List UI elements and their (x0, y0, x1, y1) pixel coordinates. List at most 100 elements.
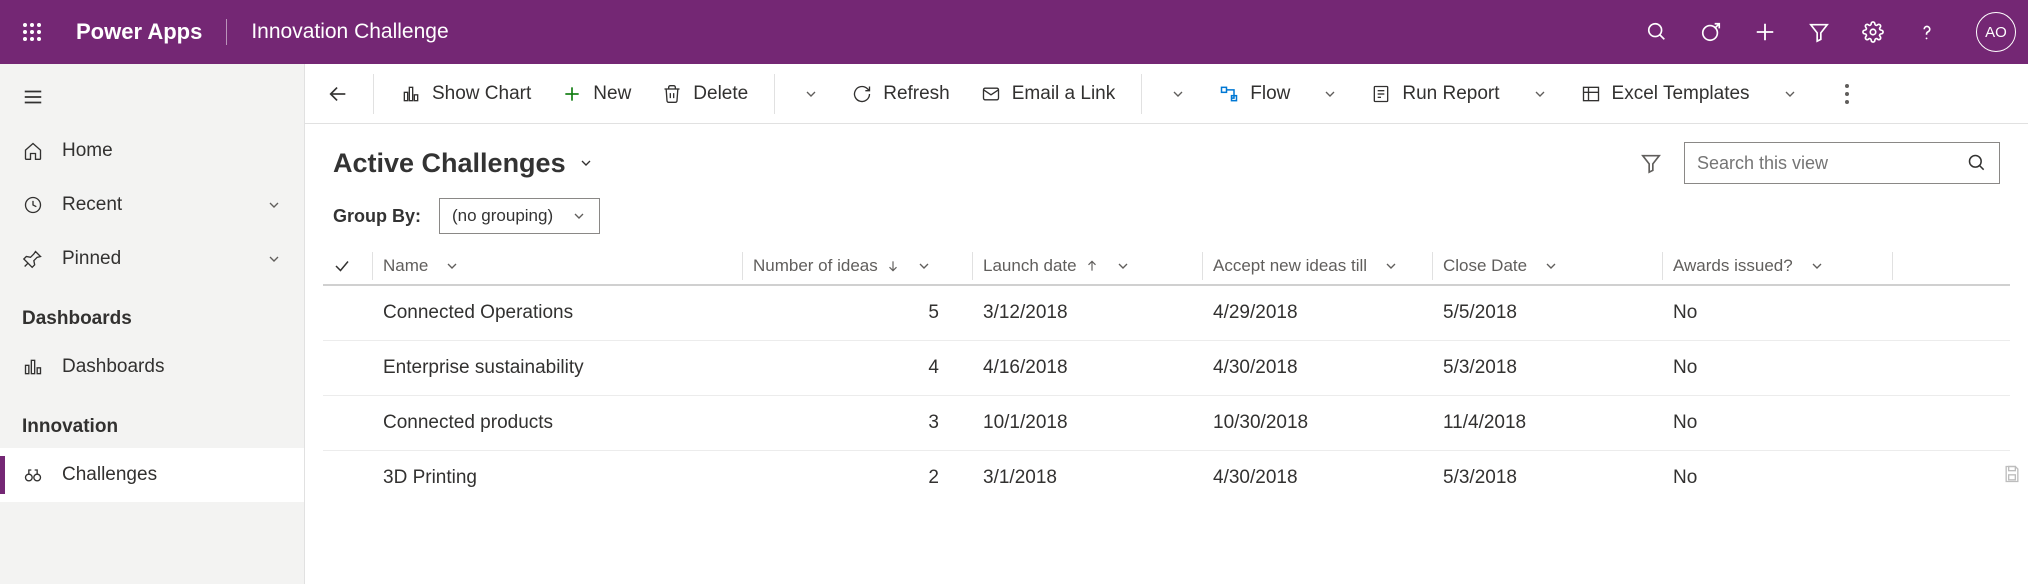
cmd-new[interactable]: New (549, 64, 643, 123)
chevron-down-icon (444, 258, 460, 274)
cmd-excel-templates-label: Excel Templates (1612, 83, 1750, 105)
cell-accept: 4/29/2018 (1203, 285, 1433, 341)
row-selector[interactable] (323, 396, 373, 451)
cell-awards: No (1663, 396, 1893, 451)
chevron-down-icon (916, 258, 932, 274)
user-avatar[interactable]: AO (1976, 12, 2016, 52)
app-launcher-icon[interactable] (12, 12, 52, 52)
brand-label[interactable]: Power Apps (76, 19, 202, 45)
hamburger-icon (22, 86, 44, 108)
cmd-refresh-label: Refresh (883, 83, 950, 105)
cmd-email-link-label: Email a Link (1012, 83, 1116, 105)
view-header: Active Challenges (305, 124, 2028, 188)
col-name-header[interactable]: Name (383, 256, 733, 276)
group-by-value: (no grouping) (452, 206, 553, 226)
cell-name: 3D Printing (373, 451, 743, 506)
row-selector[interactable] (323, 451, 373, 506)
cmd-run-report-menu[interactable] (1518, 64, 1562, 123)
nav-pinned[interactable]: Pinned (0, 232, 304, 286)
save-icon[interactable] (2002, 464, 2022, 484)
nav-dashboards[interactable]: Dashboards (0, 340, 304, 394)
cell-close: 5/3/2018 (1433, 341, 1663, 396)
row-selector[interactable] (323, 285, 373, 341)
help-icon[interactable] (1914, 19, 1940, 45)
search-this-view[interactable] (1684, 142, 2000, 184)
pin-icon (22, 249, 44, 269)
col-launch-label: Launch date (983, 256, 1077, 276)
cmd-delete-menu[interactable] (789, 64, 833, 123)
report-icon (1370, 84, 1392, 104)
separator (373, 74, 374, 114)
target-icon[interactable] (1698, 19, 1724, 45)
back-button[interactable] (317, 64, 359, 123)
cmd-email-menu[interactable] (1156, 64, 1200, 123)
cell-launch: 10/1/2018 (973, 396, 1203, 451)
cmd-delete[interactable]: Delete (649, 64, 760, 123)
cmd-excel-menu[interactable] (1768, 64, 1812, 123)
cell-number: 2 (743, 451, 973, 506)
col-awards-header[interactable]: Awards issued? (1673, 256, 1883, 276)
cell-accept: 10/30/2018 (1203, 396, 1433, 451)
cmd-flow[interactable]: Flow (1206, 64, 1302, 123)
cmd-run-report[interactable]: Run Report (1358, 64, 1511, 123)
table-row[interactable]: Connected products310/1/201810/30/201811… (323, 396, 2010, 451)
main: Show Chart New Delete (305, 64, 2028, 584)
nav-hamburger[interactable] (0, 70, 304, 124)
nav-home[interactable]: Home (0, 124, 304, 178)
chevron-down-icon (266, 197, 282, 213)
col-accept-header[interactable]: Accept new ideas till (1213, 256, 1423, 276)
col-accept-label: Accept new ideas till (1213, 256, 1367, 276)
clock-icon (22, 195, 44, 215)
filter-button[interactable] (1618, 152, 1684, 174)
col-launch-header[interactable]: Launch date (983, 256, 1193, 276)
col-select-all[interactable] (323, 248, 373, 285)
trash-icon (661, 84, 683, 104)
excel-icon (1580, 84, 1602, 104)
settings-icon[interactable] (1860, 19, 1886, 45)
cmd-refresh[interactable]: Refresh (839, 64, 962, 123)
cmd-email-link[interactable]: Email a Link (968, 64, 1128, 123)
mail-icon (980, 84, 1002, 104)
data-grid: Name Number of ideas (305, 240, 2028, 505)
add-icon[interactable] (1752, 19, 1778, 45)
cell-name: Enterprise sustainability (373, 341, 743, 396)
col-number-label: Number of ideas (753, 256, 878, 276)
search-input[interactable] (1697, 153, 1957, 174)
table-row[interactable]: Connected Operations53/12/20184/29/20185… (323, 285, 2010, 341)
column-header-row: Name Number of ideas (323, 248, 2010, 285)
cmd-new-label: New (593, 83, 631, 105)
cell-awards: No (1663, 285, 1893, 341)
flow-icon (1218, 84, 1240, 104)
cell-close: 11/4/2018 (1433, 396, 1663, 451)
row-selector[interactable] (323, 341, 373, 396)
col-close-header[interactable]: Close Date (1443, 256, 1653, 276)
cmd-overflow[interactable] (1828, 83, 1866, 105)
cmd-delete-label: Delete (693, 83, 748, 105)
view-selector[interactable]: Active Challenges (333, 148, 594, 179)
cell-number: 5 (743, 285, 973, 341)
nav-recent[interactable]: Recent (0, 178, 304, 232)
nav-section-innovation: Innovation (0, 394, 304, 448)
command-bar: Show Chart New Delete (305, 64, 2028, 124)
search-icon[interactable] (1644, 19, 1670, 45)
nav-challenges-label: Challenges (62, 464, 157, 486)
table-row[interactable]: 3D Printing23/1/20184/30/20185/3/2018No (323, 451, 2010, 506)
nav-challenges[interactable]: Challenges (0, 448, 304, 502)
home-icon (22, 141, 44, 161)
search-icon (1967, 153, 1987, 173)
cell-accept: 4/30/2018 (1203, 341, 1433, 396)
group-by-select[interactable]: (no grouping) (439, 198, 600, 234)
col-spacer (1893, 248, 2010, 285)
table-row[interactable]: Enterprise sustainability44/16/20184/30/… (323, 341, 2010, 396)
chevron-down-icon (1543, 258, 1559, 274)
cmd-show-chart[interactable]: Show Chart (388, 64, 543, 123)
cell-name: Connected products (373, 396, 743, 451)
col-close-label: Close Date (1443, 256, 1527, 276)
filter-icon[interactable] (1806, 19, 1832, 45)
col-number-header[interactable]: Number of ideas (753, 256, 963, 276)
nav-dashboards-label: Dashboards (62, 356, 164, 378)
cmd-excel-templates[interactable]: Excel Templates (1568, 64, 1762, 123)
cmd-flow-menu[interactable] (1308, 64, 1352, 123)
chevron-down-icon (1115, 258, 1131, 274)
chevron-down-icon (578, 155, 594, 171)
